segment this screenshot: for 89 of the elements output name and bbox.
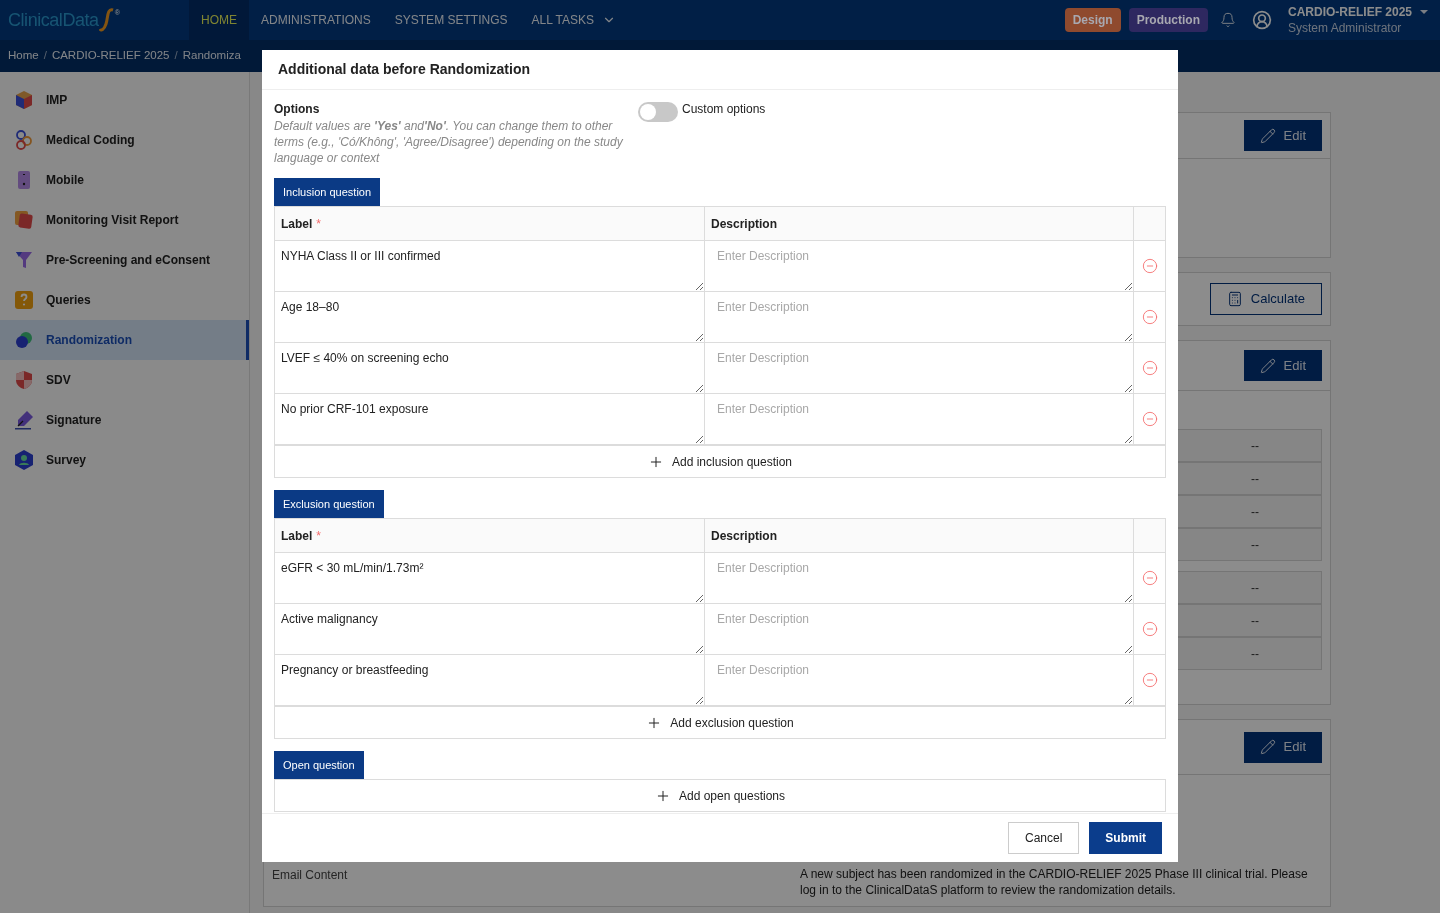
nav-tab[interactable]: ALL TASKS [519,0,628,40]
breadcrumb-separator: / [43,48,47,64]
add-question-button[interactable]: Add exclusion question [274,706,1166,739]
person-icon [14,450,34,470]
required-mark: * [316,215,321,233]
question-icon [14,290,34,310]
description-field[interactable]: Enter Description [705,292,1134,342]
sidebar-item[interactable]: Signature [0,400,249,440]
description-field[interactable]: Enter Description [705,604,1134,654]
table-cell-text: -- [1251,612,1259,630]
sidebar-item[interactable]: Randomization [0,320,249,360]
description-field[interactable]: Enter Description [705,655,1134,705]
table-cell-text: -- [1251,645,1259,663]
add-question-button[interactable]: Add open questions [274,779,1166,812]
toggle-label: Custom options [682,101,766,118]
breadcrumb-link[interactable]: CARDIO-RELIEF 2025 [51,47,170,65]
circles-icon [14,330,34,350]
pencil-icon [1259,739,1276,755]
options-hint: Default values are 'Yes' and'No'. You can change them to other terms (e.g., 'Có/Không', 'Agree/Disagree') depending on the study language or context [274,118,624,166]
options-label: Options [274,101,321,118]
remove-icon[interactable] [1141,570,1158,586]
environment-badge[interactable]: Design [1064,8,1121,32]
breadcrumb-link[interactable]: Home [8,47,39,65]
pencil-icon [1259,127,1276,144]
sidebar-item[interactable]: IMP [0,80,249,120]
nav-tab[interactable]: SYSTEM SETTINGS [382,0,520,40]
submit-button[interactable]: Submit [1089,822,1162,854]
breadcrumb-separator: / [174,48,178,64]
column-title: Label [281,527,313,545]
sidebar-item[interactable]: Mobile [0,160,249,200]
calculator-icon [1226,291,1243,307]
sidebar-item[interactable]: Medical Coding [0,120,249,160]
remove-icon[interactable] [1141,411,1158,427]
study-name: CARDIO-RELIEF 2025 [1287,4,1412,20]
field-label: Email Content [272,867,349,884]
nav-tab[interactable]: HOME [189,0,249,40]
label-field[interactable]: Active malignancy [275,604,705,654]
remove-icon[interactable] [1141,258,1158,274]
breadcrumb-link[interactable]: Randomiza [182,47,241,65]
sidebar-item[interactable]: Pre-Screening and eConsent [0,240,249,280]
add-question-button[interactable]: Add inclusion question [274,445,1166,478]
remove-icon[interactable] [1141,360,1158,376]
cards-icon [14,210,34,230]
column-title: Description [711,527,777,545]
nav-tab[interactable]: ADMINISTRATIONS [249,0,383,40]
pen-icon [14,410,34,430]
edit-button[interactable]: Edit [1243,731,1322,763]
sidebar-item[interactable]: Monitoring Visit Report [0,200,249,240]
shield-icon [14,370,34,390]
custom-options-toggle[interactable] [638,102,678,122]
notification-icon[interactable] [1219,12,1236,28]
dropdown-icon[interactable] [1420,8,1428,16]
swoosh-icon [98,8,115,32]
calculate-button[interactable]: Calculate [1209,283,1322,315]
sidebar-item[interactable]: Queries [0,280,249,320]
sidebar-item[interactable]: SDV [0,360,249,400]
description-field[interactable]: Enter Description [705,343,1134,393]
table-cell-text: -- [1251,536,1259,554]
label-field[interactable]: LVEF ≤ 40% on screening echo [275,343,705,393]
label-field[interactable]: No prior CRF-101 exposure [275,394,705,444]
column-title: Description [711,215,777,233]
description-field[interactable]: Enter Description [705,553,1134,603]
sidebar-item[interactable]: Survey [0,440,249,480]
email-content-text: A new subject has been randomized in the CARDIO-RELIEF 2025 Phase III clinical trial. Please log in to the ClinicalDataS platform to review the randomization details. [800,866,1309,898]
label-field[interactable]: Age 18–80 [275,292,705,342]
table-cell-text: -- [1251,470,1259,488]
remove-icon[interactable] [1141,621,1158,637]
label-field[interactable]: NYHA Class II or III confirmed [275,241,705,291]
label-field[interactable]: eGFR < 30 mL/min/1.73m² [275,553,705,603]
cube-icon [14,90,34,110]
description-field[interactable]: Enter Description [705,241,1134,291]
table-cell-text: -- [1251,579,1259,597]
edit-button[interactable]: Edit [1243,120,1322,151]
environment-badge[interactable]: Production [1128,8,1208,32]
table-cell-text: -- [1251,437,1259,455]
dialog-title: Additional data before Randomization [278,60,530,79]
funnel-icon [14,250,34,270]
required-mark: * [316,527,321,545]
user-role: System Administrator [1287,20,1403,36]
table-cell-text: -- [1251,503,1259,521]
column-title: Label [281,215,313,233]
cancel-button[interactable]: Cancel [1007,822,1080,854]
remove-icon[interactable] [1141,309,1158,325]
description-field[interactable]: Enter Description [705,394,1134,444]
label-field[interactable]: Pregnancy or breastfeeding [275,655,705,705]
avatar-icon[interactable] [1251,10,1272,30]
remove-icon[interactable] [1141,672,1158,688]
edit-button[interactable]: Edit [1243,350,1322,381]
pencil-icon [1259,357,1276,374]
